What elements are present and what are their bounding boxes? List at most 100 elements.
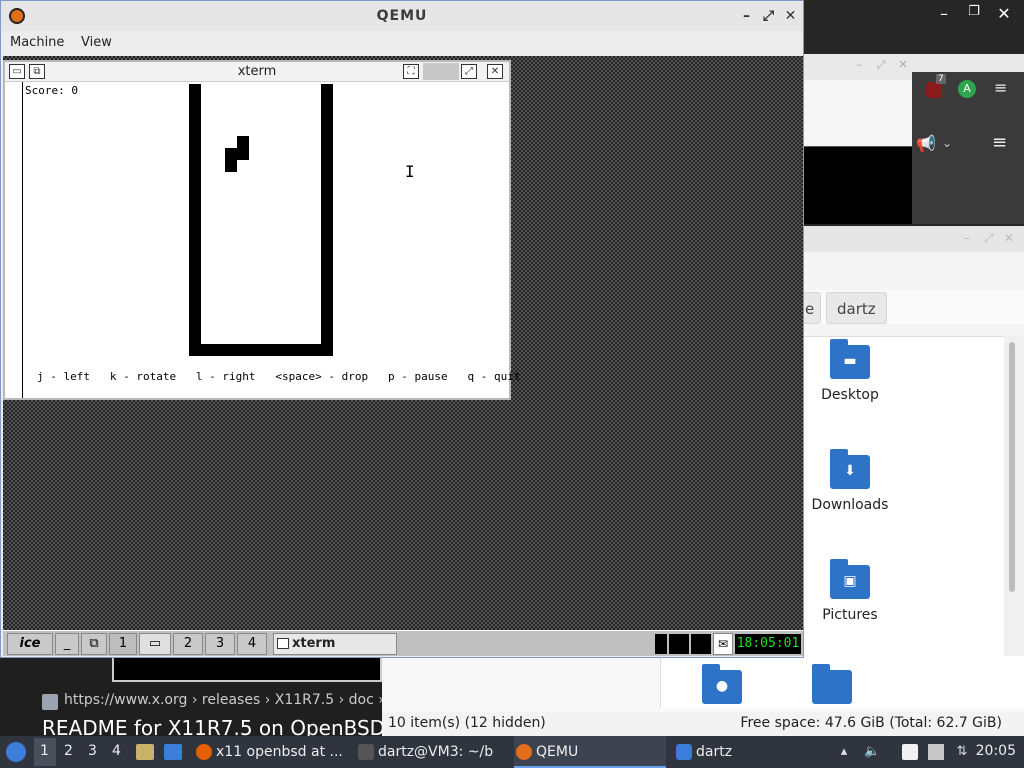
- qemu-titlebar[interactable]: QEMU – ⤢ ✕: [1, 1, 803, 31]
- browser-maximize-icon[interactable]: ⤢: [874, 58, 888, 72]
- file-manager-lower: ●: [382, 656, 1024, 712]
- scrollbar-thumb[interactable]: [1009, 342, 1015, 592]
- url-breadcrumb[interactable]: https://www.x.org › releases › X11R7.5 ›…: [64, 692, 420, 708]
- task-dartz-folder[interactable]: dartz: [674, 736, 824, 768]
- file-manager-launcher-icon[interactable]: [136, 744, 154, 760]
- extension-badge: 7: [936, 74, 946, 84]
- file-manager-titlebar: – ⤢ ✕: [804, 226, 1024, 252]
- folder-desktop[interactable]: ▬ Desktop: [805, 339, 895, 403]
- task-terminal[interactable]: dartz@VM3: ~/b: [356, 736, 502, 768]
- terminal-icon: [358, 744, 374, 760]
- icewm-taskbar: ice _ ⧉ 1 ▭ 2 3 4 xterm ✉ 18:05:01: [3, 630, 803, 656]
- status-item-count: 10 item(s) (12 hidden): [388, 715, 546, 731]
- keyboard-icon[interactable]: [928, 744, 944, 760]
- mail-icon[interactable]: ✉: [713, 633, 733, 655]
- close-icon[interactable]: ✕: [781, 1, 801, 31]
- browser-video-area: [804, 146, 912, 224]
- workspace-3[interactable]: 3: [205, 633, 235, 655]
- volume-icon[interactable]: 🔈: [864, 744, 880, 760]
- workspace-label: 1: [118, 636, 128, 651]
- qemu-window: QEMU – ⤢ ✕ Machine View ▭ ⧉ xterm ⛶ ⤢ ✕ …: [0, 0, 804, 658]
- menu-machine[interactable]: Machine: [10, 35, 64, 50]
- qemu-icon: [516, 744, 532, 760]
- icewm-clock[interactable]: 18:05:01: [735, 634, 801, 654]
- host-clock[interactable]: 20:05: [976, 743, 1016, 759]
- xterm-close-icon[interactable]: ✕: [487, 64, 503, 79]
- breadcrumb-current[interactable]: dartz: [826, 292, 887, 324]
- profile-avatar[interactable]: A: [958, 80, 976, 98]
- tetris-well: [189, 84, 333, 356]
- qemu-menubar: Machine View: [1, 31, 803, 55]
- piece-block: [225, 148, 237, 160]
- host-restore-icon[interactable]: ❐: [964, 4, 984, 19]
- fm-maximize-icon[interactable]: ⤢: [984, 231, 994, 246]
- desktop-1[interactable]: 1: [40, 743, 49, 759]
- task-qemu[interactable]: QEMU: [514, 736, 666, 768]
- xterm-titlebar[interactable]: ▭ ⧉ xterm ⛶ ⤢ ✕: [5, 62, 509, 82]
- score-text: Score: 0: [25, 84, 78, 97]
- folder-icon: ▬: [830, 339, 870, 379]
- workspace-2[interactable]: 2: [173, 633, 203, 655]
- xterm-scrollbar[interactable]: [9, 82, 23, 398]
- workspace-1[interactable]: 1: [109, 633, 137, 655]
- desktop-2[interactable]: 2: [64, 743, 73, 759]
- task-xterm[interactable]: xterm: [273, 633, 397, 655]
- folder-pictures[interactable]: ▣ Pictures: [805, 559, 895, 623]
- xterm-terminal[interactable]: Score: 0 I j - left k - rotate l - right…: [5, 82, 520, 398]
- workspace-4[interactable]: 4: [237, 633, 267, 655]
- folder-generic[interactable]: [787, 664, 877, 712]
- mem-monitor: [691, 634, 711, 654]
- start-menu-icon[interactable]: [6, 742, 26, 762]
- minimize-icon[interactable]: –: [737, 1, 757, 31]
- guest-screen[interactable]: ▭ ⧉ xterm ⛶ ⤢ ✕ Score: 0 I j - left k -: [3, 56, 803, 656]
- desktop-3[interactable]: 3: [88, 743, 97, 759]
- window-list-button[interactable]: ⧉: [81, 633, 107, 655]
- desktop-4[interactable]: 4: [112, 743, 121, 759]
- fm-close-icon[interactable]: ✕: [1004, 231, 1014, 245]
- restore-icon[interactable]: ⤢: [759, 1, 779, 31]
- show-desktop-button[interactable]: _: [55, 633, 79, 655]
- browser-close-icon[interactable]: ✕: [896, 58, 910, 72]
- file-list-lower: ●: [660, 656, 1024, 708]
- tray-arrow-icon[interactable]: ▴: [836, 744, 852, 760]
- workspace-current[interactable]: ▭: [139, 633, 171, 655]
- cpu-monitor: [655, 634, 667, 654]
- host-close-icon[interactable]: ✕: [994, 4, 1014, 23]
- firefox-icon: [196, 744, 212, 760]
- piece-block: [225, 160, 237, 172]
- chevron-down-icon[interactable]: ⌄: [942, 136, 952, 150]
- status-free-space: Free space: 47.6 GiB (Total: 62.7 GiB): [740, 715, 1002, 731]
- icewm-start-button[interactable]: ice: [7, 633, 53, 655]
- network-icon[interactable]: ⇅: [954, 744, 970, 760]
- browser-content-area: [804, 80, 912, 150]
- fm-minimize-icon[interactable]: –: [964, 231, 970, 245]
- host-minimize-icon[interactable]: –: [934, 4, 954, 23]
- announcement-icon[interactable]: 📢: [916, 134, 936, 153]
- browser-lower-area: https://www.x.org › releases › X11R7.5 ›…: [0, 656, 420, 740]
- browser-menu-icon[interactable]: ≡: [994, 78, 1007, 97]
- download-folder-icon: ⬇: [830, 449, 870, 489]
- hamburger-menu-icon[interactable]: ≡: [992, 132, 1007, 153]
- clipboard-icon[interactable]: [902, 744, 918, 760]
- browser-window: – ⤢ ✕ 7 A ≡ 📢 ⌄ ≡: [804, 54, 1024, 224]
- maximize-icon[interactable]: ⤢: [461, 64, 477, 79]
- browser-sidebar: 📢 ⌄ ≡: [912, 116, 1024, 224]
- folder-downloads[interactable]: ⬇ Downloads: [805, 449, 895, 513]
- task-label: xterm: [292, 636, 336, 651]
- folder-public[interactable]: ●: [677, 664, 767, 712]
- show-desktop-icon[interactable]: [164, 744, 182, 760]
- folder-icon: [676, 744, 692, 760]
- ublock-icon[interactable]: [926, 82, 942, 98]
- qemu-logo-icon: [9, 8, 25, 24]
- browser-minimize-icon[interactable]: –: [852, 58, 866, 72]
- titlebar-spacer: [423, 63, 459, 80]
- browser-toolbar: 7 A ≡: [912, 72, 1024, 116]
- xterm-window: ▭ ⧉ xterm ⛶ ⤢ ✕ Score: 0 I j - left k -: [3, 60, 520, 400]
- menu-view[interactable]: View: [81, 35, 112, 50]
- fullscreen-icon[interactable]: ⛶: [403, 64, 419, 79]
- file-list-scrollbar[interactable]: [1004, 336, 1024, 706]
- piece-block: [237, 136, 249, 148]
- key-help-text: j - left k - rotate l - right <space> - …: [37, 370, 521, 383]
- task-label: QEMU: [536, 744, 579, 760]
- task-firefox[interactable]: x11 openbsd at ...: [194, 736, 346, 768]
